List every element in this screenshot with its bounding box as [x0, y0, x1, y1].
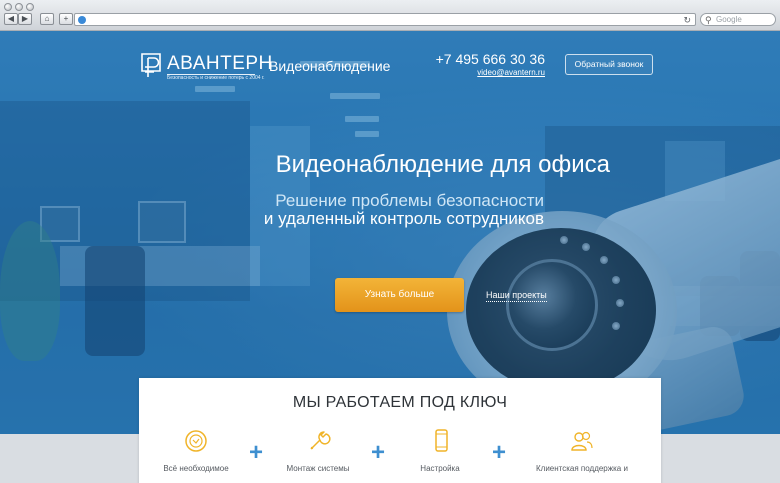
plus-separator: + [371, 439, 386, 466]
web-page: АВАНТЕРН Безопасность и снижение потерь … [0, 31, 780, 483]
projects-link[interactable]: Наши проекты [486, 290, 547, 302]
search-icon: ⚲ [705, 15, 712, 25]
feature-label: Всё необходимое [163, 464, 229, 473]
browser-toolbar: ◀ ▶ ⌂ + ↻ ⚲ Google [0, 0, 780, 31]
logo-mark-icon [141, 53, 161, 77]
window-minimize-button[interactable] [15, 3, 23, 11]
search-placeholder: Google [716, 15, 742, 24]
feature-label: Клиентская поддержка и [536, 464, 628, 473]
browser-search-input[interactable]: ⚲ Google [700, 13, 776, 26]
users-icon [571, 431, 593, 451]
learn-more-button[interactable]: Узнать больше [335, 278, 464, 312]
window-close-button[interactable] [4, 3, 12, 11]
hero-overlay [0, 31, 780, 434]
plus-separator: + [249, 439, 264, 466]
hero-title: Видеонаблюдение для офиса [275, 151, 610, 178]
site-logo[interactable]: АВАНТЕРН Безопасность и снижение потерь … [140, 53, 272, 85]
wrench-icon [310, 431, 331, 450]
logo-name: АВАНТЕРН [167, 53, 273, 74]
hero-subtitle-line2: и удаленный контроль сотрудников [263, 209, 544, 228]
phone-number[interactable]: +7 495 666 30 36 [433, 51, 545, 68]
plus-separator: + [492, 439, 507, 466]
badge-icon [185, 430, 207, 452]
address-bar[interactable]: ↻ [74, 13, 696, 26]
globe-icon [78, 16, 86, 24]
window-zoom-button[interactable] [26, 3, 34, 11]
forward-button[interactable]: ▶ [18, 13, 32, 25]
header-title: Видеонаблюдение [269, 58, 391, 74]
email-link[interactable]: video@avantern.ru [433, 67, 545, 78]
back-button[interactable]: ◀ [4, 13, 18, 25]
new-tab-button[interactable]: + [59, 13, 73, 25]
browser-window: ◀ ▶ ⌂ + ↻ ⚲ Google АВАНТЕРН Безопасность… [0, 0, 780, 483]
home-button[interactable]: ⌂ [40, 13, 54, 25]
features-card: МЫ РАБОТАЕМ ПОД КЛЮЧ Всё необходимое + М… [139, 378, 661, 483]
refresh-icon[interactable]: ↻ [683, 14, 691, 26]
feature-label: Настройка [420, 464, 460, 473]
feature-label: Монтаж системы [286, 464, 350, 473]
smartphone-icon [435, 429, 448, 452]
hero-section: АВАНТЕРН Безопасность и снижение потерь … [0, 31, 780, 434]
callback-button[interactable]: Обратный звонок [565, 54, 653, 75]
features-title: МЫ РАБОТАЕМ ПОД КЛЮЧ [292, 394, 508, 411]
logo-tagline: Безопасность и снижение потерь с 2004 г. [167, 75, 265, 81]
